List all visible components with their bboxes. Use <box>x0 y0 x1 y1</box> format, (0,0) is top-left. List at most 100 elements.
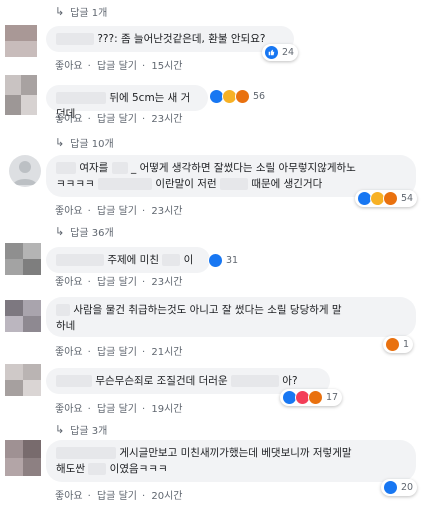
like-link[interactable]: 좋아요 <box>55 206 83 217</box>
reaction-count: 54 <box>401 193 414 204</box>
like-link[interactable]: 좋아요 <box>55 277 83 288</box>
comment-text: 이란말이 저런 <box>155 178 217 190</box>
like-link[interactable]: 좋아요 <box>55 61 83 72</box>
reply-arrow-icon: ↳ <box>55 225 65 238</box>
reply-arrow-icon: ↳ <box>55 423 65 436</box>
reply-link[interactable]: 답글 달기 <box>97 277 137 288</box>
reply-link[interactable]: 답글 달기 <box>97 491 137 502</box>
reaction-summary[interactable]: 17 <box>280 389 343 406</box>
comment-text: 여자를 <box>79 162 109 174</box>
view-replies-link[interactable]: ↳ 답글 1개 <box>55 4 107 19</box>
comment-text: 이였음ㅋㅋㅋ <box>109 463 168 475</box>
comment-text: 무슨무슨죄로 조질건데 더러운 <box>95 375 228 387</box>
reaction-summary[interactable]: 1 <box>383 336 414 353</box>
redacted-text <box>97 178 152 190</box>
reply-link[interactable]: 답글 달기 <box>97 404 137 415</box>
reaction-count: 56 <box>253 91 266 102</box>
redacted-name <box>56 254 104 266</box>
view-replies-label: 답글 3개 <box>70 426 108 437</box>
avatar[interactable] <box>5 440 41 476</box>
comment-text: 때문에 생긴거다 <box>251 178 323 190</box>
redacted-name <box>56 162 76 174</box>
redacted-name <box>56 304 70 316</box>
comment-actions: 좋아요 · 답글 달기 · 23시간 <box>55 114 183 125</box>
avatar[interactable] <box>9 155 41 187</box>
angry-icon <box>308 390 323 405</box>
like-link[interactable]: 좋아요 <box>55 114 83 125</box>
comment-bubble: 사람을 물건 취급하는것도 아니고 잘 썼다는 소릴 당당하게 말 하네 <box>46 297 416 337</box>
reaction-count: 1 <box>403 339 410 350</box>
view-replies-label: 답글 1개 <box>70 8 108 19</box>
comment-actions: 좋아요 · 답글 달기 · 20시간 <box>55 491 183 502</box>
angry-icon <box>383 191 398 206</box>
reaction-count: 17 <box>326 392 339 403</box>
view-replies-link[interactable]: ↳ 답글 3개 <box>55 422 107 437</box>
timestamp[interactable]: 15시간 <box>151 61 182 72</box>
timestamp[interactable]: 19시간 <box>151 404 182 415</box>
like-icon <box>264 45 279 60</box>
timestamp[interactable]: 23시간 <box>151 206 182 217</box>
reaction-summary[interactable]: 24 <box>262 44 299 61</box>
view-replies-label: 답글 10개 <box>70 139 114 150</box>
reply-link[interactable]: 답글 달기 <box>97 61 137 72</box>
timestamp[interactable]: 23시간 <box>151 277 182 288</box>
reaction-summary[interactable]: 20 <box>381 479 418 496</box>
comment-bubble: 게시글만보고 미친새끼가했는데 베댓보니까 저렇게말 해도싼 이였음ㅋㅋㅋ <box>46 440 416 482</box>
comment-actions: 좋아요 · 답글 달기 · 21시간 <box>55 347 183 358</box>
redacted-text <box>88 463 107 475</box>
angry-icon <box>235 89 250 104</box>
comment-text: _ <box>131 162 137 174</box>
redacted-text <box>162 254 181 266</box>
avatar[interactable] <box>5 75 37 115</box>
comment-bubble: 뒤에 5cm는 새 거던데 <box>46 85 208 120</box>
avatar[interactable] <box>5 25 37 57</box>
comment-text: ㅋㅋㅋㅋ <box>56 178 95 190</box>
like-link[interactable]: 좋아요 <box>55 404 83 415</box>
comment-actions: 좋아요 · 답글 달기 · 23시간 <box>55 277 183 288</box>
like-link[interactable]: 좋아요 <box>55 347 83 358</box>
comment-bubble: ???: 좀 늘어난것같은데, 환불 안되요? <box>46 26 294 52</box>
avatar[interactable] <box>5 364 41 396</box>
timestamp[interactable]: 23시간 <box>151 114 182 125</box>
reaction-count: 20 <box>401 482 414 493</box>
comment-bubble: 주제에 미친 이 <box>46 247 210 273</box>
reaction-count: 24 <box>282 47 295 58</box>
redacted-text <box>230 375 279 387</box>
comment-text: 해도싼 <box>56 463 85 475</box>
comment-text: 아? <box>282 375 298 387</box>
redacted-name <box>56 33 94 45</box>
view-replies-link[interactable]: ↳ 답글 10개 <box>55 135 114 150</box>
comment-text: 사람을 물건 취급하는것도 아니고 잘 썼다는 소릴 당당하게 말 <box>73 304 342 316</box>
comment-text: 주제에 미친 <box>107 254 159 266</box>
reaction-summary[interactable]: 56 <box>207 88 269 105</box>
avatar[interactable] <box>5 243 41 275</box>
timestamp[interactable]: 21시간 <box>151 347 182 358</box>
avatar[interactable] <box>5 300 41 332</box>
redacted-text <box>219 178 248 190</box>
comment-actions: 좋아요 · 답글 달기 · 19시간 <box>55 404 183 415</box>
reply-link[interactable]: 답글 달기 <box>97 206 137 217</box>
view-replies-label: 답글 36개 <box>70 228 114 239</box>
redacted-name <box>56 375 92 387</box>
comment-text: 어떻게 생각하면 잘썼다는 소릴 아무렇지않게하노 <box>139 162 356 174</box>
comment-text: 게시글만보고 미친새끼가했는데 베댓보니까 저렇게말 <box>119 447 352 459</box>
reaction-summary[interactable]: 31 <box>206 252 242 269</box>
view-replies-link[interactable]: ↳ 답글 36개 <box>55 224 114 239</box>
like-icon <box>208 253 223 268</box>
reaction-count: 31 <box>226 255 239 266</box>
comment-text: 이 <box>183 254 194 266</box>
comment-text: ???: 좀 늘어난것같은데, 환불 안되요? <box>97 33 266 45</box>
reply-arrow-icon: ↳ <box>55 136 65 149</box>
comment-actions: 좋아요 · 답글 달기 · 23시간 <box>55 206 183 217</box>
reply-link[interactable]: 답글 달기 <box>97 114 137 125</box>
timestamp[interactable]: 20시간 <box>151 491 182 502</box>
redacted-name <box>56 447 116 459</box>
comment-actions: 좋아요 · 답글 달기 · 15시간 <box>55 61 183 72</box>
angry-icon <box>385 337 400 352</box>
reply-arrow-icon: ↳ <box>55 5 65 18</box>
reply-link[interactable]: 답글 달기 <box>97 347 137 358</box>
reaction-summary[interactable]: 54 <box>355 190 418 207</box>
like-icon <box>383 480 398 495</box>
like-link[interactable]: 좋아요 <box>55 491 83 502</box>
redacted-text <box>111 162 128 174</box>
